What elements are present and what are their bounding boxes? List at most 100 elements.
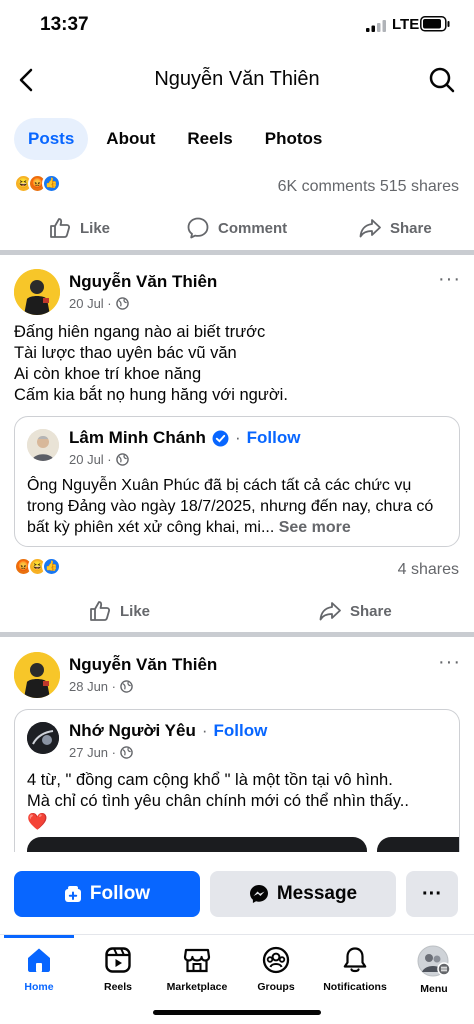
- share-button[interactable]: Share: [318, 599, 392, 623]
- comment-label: Comment: [218, 219, 288, 237]
- status-time: 13:37: [40, 14, 89, 35]
- bell-icon: [343, 947, 367, 973]
- post-date: 20 Jul ·: [69, 296, 112, 311]
- globe-icon: [115, 297, 129, 310]
- separator-dot: ·: [234, 428, 241, 447]
- post-stats[interactable]: 6K comments 515 shares: [278, 178, 459, 196]
- post-text-line: Ai còn khoe trí khoe năng: [14, 365, 202, 383]
- reels-icon: [105, 947, 131, 973]
- marketplace-icon: [183, 948, 211, 973]
- nav-marketplace-label: Marketplace: [166, 981, 228, 993]
- shared-post-date: 20 Jul ·: [69, 452, 112, 467]
- like-reaction-icon: 👍: [42, 174, 61, 193]
- verified-badge-icon: [212, 430, 229, 446]
- home-indicator: [153, 1010, 321, 1015]
- active-tab-indicator: [4, 935, 74, 938]
- shared-post-date: 27 Jun ·: [69, 745, 116, 760]
- post-date: 28 Jun ·: [69, 679, 116, 694]
- shared-author-avatar[interactable]: [27, 722, 59, 754]
- separator-dot: ·: [201, 721, 208, 740]
- message-button[interactable]: Message: [210, 871, 396, 917]
- nav-notifications-label: Notifications: [323, 981, 387, 993]
- post-text: Đấng hiên ngang nào ai biết trước Tài lư…: [14, 322, 460, 406]
- tab-photos[interactable]: Photos: [251, 118, 337, 160]
- reaction-summary[interactable]: 😡 😆 👍: [14, 557, 61, 576]
- battery-icon: [420, 16, 450, 32]
- tab-reels[interactable]: Reels: [173, 118, 246, 160]
- shared-post-text: Ông Nguyễn Xuân Phúc đã bị cách tất cả c…: [27, 475, 452, 538]
- author-avatar[interactable]: [14, 652, 60, 698]
- nav-reels-label: Reels: [103, 981, 133, 993]
- globe-icon: [120, 680, 133, 693]
- share-label: Share: [390, 219, 432, 237]
- post-author-name[interactable]: Nguyễn Văn Thiên: [69, 272, 217, 292]
- shared-text-line: Mà chỉ có tình yêu chân chính mới có thể…: [27, 792, 409, 810]
- shared-author-name[interactable]: Nhớ Người Yêu: [69, 721, 196, 741]
- shared-author-row: Lâm Minh Chánh · Follow: [69, 428, 300, 448]
- post-meta: 20 Jul ·: [69, 296, 129, 311]
- profile-tabs: Posts About Reels Photos: [14, 118, 340, 160]
- post-text-line: Cấm kia bắt nọ hung hăng với người.: [14, 386, 288, 404]
- post-options-icon[interactable]: ···: [438, 268, 461, 291]
- see-more-link[interactable]: See more: [279, 519, 351, 536]
- reaction-summary[interactable]: 😆 😡 👍: [14, 174, 61, 193]
- profile-action-bar: Follow Message ···: [14, 870, 460, 918]
- tab-about[interactable]: About: [92, 118, 169, 160]
- like-button[interactable]: Like: [48, 216, 110, 240]
- thumbs-up-icon: [50, 218, 71, 238]
- share-icon: [359, 219, 381, 238]
- add-friend-icon: [64, 886, 81, 902]
- groups-icon: [262, 946, 290, 974]
- comment-icon: [187, 217, 209, 239]
- home-icon: [28, 948, 50, 972]
- shared-post-text: 4 từ, " đồng cam cộng khổ " là một tồn t…: [27, 770, 457, 833]
- shared-author-row: Nhớ Người Yêu · Follow: [69, 721, 267, 741]
- post-text-line: Đấng hiên ngang nào ai biết trước: [14, 323, 266, 341]
- shared-post-body: Ông Nguyễn Xuân Phúc đã bị cách tất cả c…: [27, 477, 434, 536]
- post-text-line: Tài lược thao uyên bác vũ văn: [14, 344, 237, 362]
- message-button-label: Message: [276, 883, 358, 904]
- like-label: Like: [120, 602, 151, 620]
- search-icon[interactable]: [428, 66, 456, 94]
- more-options-button[interactable]: ···: [406, 871, 458, 917]
- globe-icon: [115, 453, 129, 466]
- signal-icon: [366, 20, 386, 32]
- heart-emoji: ❤️: [27, 813, 48, 831]
- share-label: Share: [350, 602, 392, 620]
- like-button[interactable]: Like: [88, 599, 150, 623]
- share-icon: [319, 602, 341, 621]
- like-label: Like: [80, 219, 111, 237]
- shared-author-avatar[interactable]: [27, 429, 59, 461]
- post-options-icon[interactable]: ···: [438, 651, 461, 674]
- like-reaction-icon: 👍: [42, 557, 61, 576]
- follow-button-label: Follow: [89, 883, 151, 904]
- status-bar: 13:37 LTE: [0, 0, 474, 52]
- nav-menu-label: Menu: [420, 983, 448, 995]
- follow-link[interactable]: Follow: [247, 428, 301, 448]
- thumbs-up-icon: [90, 601, 111, 621]
- profile-menu-icon: [417, 945, 451, 977]
- post-divider: [0, 250, 474, 255]
- messenger-icon: [249, 885, 268, 903]
- nav-menu[interactable]: Menu: [387, 945, 474, 995]
- post-divider: [0, 632, 474, 637]
- shared-post-meta: 20 Jul ·: [69, 452, 129, 467]
- nav-home-label: Home: [24, 981, 54, 993]
- shared-post-card[interactable]: Lâm Minh Chánh · Follow 20 Jul · Ông Ngu…: [14, 416, 460, 547]
- tab-posts[interactable]: Posts: [14, 118, 89, 160]
- post-share-count[interactable]: 4 shares: [398, 561, 459, 579]
- post-author-name[interactable]: Nguyễn Văn Thiên: [69, 655, 217, 675]
- globe-icon: [120, 746, 133, 759]
- author-avatar[interactable]: [14, 269, 60, 315]
- network-type: LTE: [392, 16, 420, 33]
- follow-button[interactable]: Follow: [14, 871, 200, 917]
- comment-button[interactable]: Comment: [186, 216, 287, 240]
- page-title: Nguyễn Văn Thiên: [154, 68, 320, 90]
- share-button[interactable]: Share: [358, 216, 432, 240]
- shared-author-name[interactable]: Lâm Minh Chánh: [69, 428, 206, 448]
- nav-groups-label: Groups: [257, 981, 295, 993]
- shared-post-meta: 27 Jun ·: [69, 745, 133, 760]
- shared-text-line: 4 từ, " đồng cam cộng khổ " là một tồn t…: [27, 771, 393, 789]
- profile-header: Nguyễn Văn Thiên: [0, 52, 474, 108]
- follow-link[interactable]: Follow: [214, 721, 268, 741]
